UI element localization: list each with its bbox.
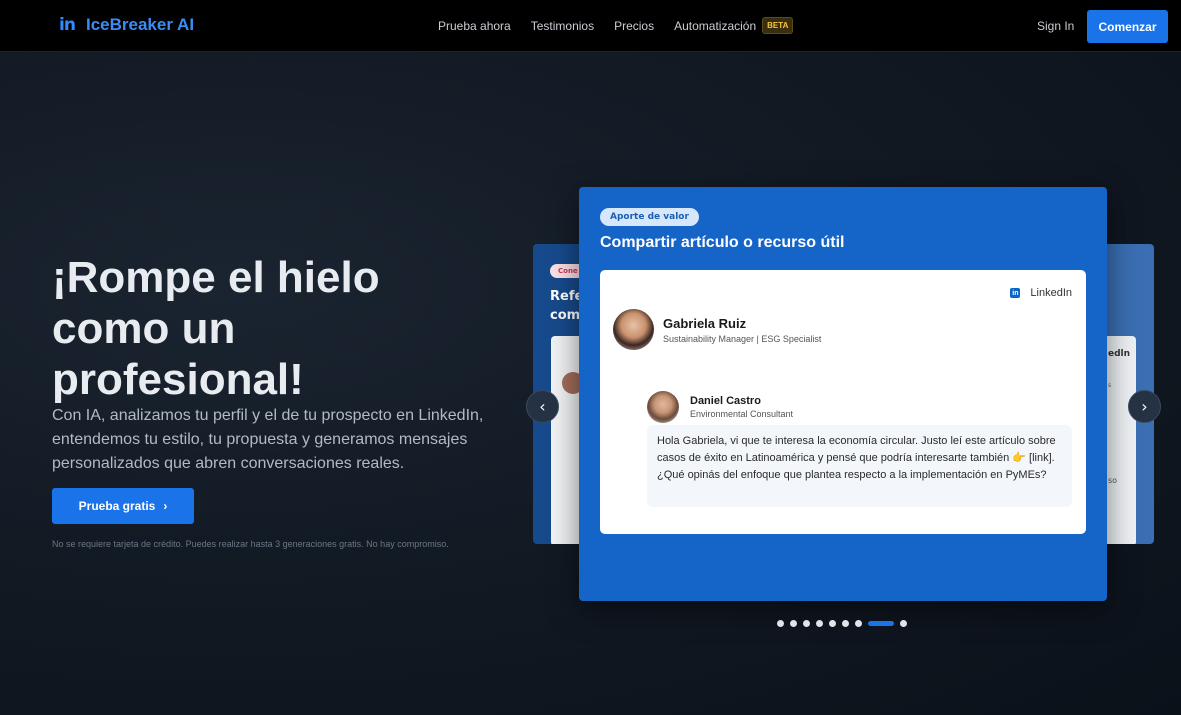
navbar: in IceBreaker AI Prueba ahora Testimonio… xyxy=(0,0,1181,52)
chevron-right-icon: › xyxy=(163,499,168,513)
nav-link-precios[interactable]: Precios xyxy=(614,19,654,33)
avatar xyxy=(613,309,654,350)
card-text: so xyxy=(1108,476,1118,485)
nav-link-testimonios[interactable]: Testimonios xyxy=(531,19,594,33)
card-tag: Aporte de valor xyxy=(600,208,699,226)
nav-link-prueba[interactable]: Prueba ahora xyxy=(438,19,511,33)
message-bubble: Hola Gabriela, vi que te interesa la eco… xyxy=(647,425,1072,507)
nav-link-automatizacion-label: Automatización xyxy=(674,18,757,33)
comenzar-button[interactable]: Comenzar xyxy=(1087,10,1168,43)
hero-title-line3: profesional! xyxy=(52,355,304,404)
prueba-gratis-button[interactable]: Prueba gratis › xyxy=(52,488,194,524)
reply-name: Daniel Castro xyxy=(690,395,761,407)
platform-label: in LinkedIn xyxy=(1010,287,1072,299)
carousel-card-active: Aporte de valor Compartir artículo o rec… xyxy=(579,187,1107,601)
carousel-dot[interactable] xyxy=(842,620,849,627)
carousel-next-button[interactable]: › xyxy=(1128,390,1161,423)
hero-title-line2: como un xyxy=(52,304,236,353)
card-message-box: edln s so xyxy=(1102,336,1136,544)
message-preview: in LinkedIn Gabriela Ruiz Sustainability… xyxy=(600,270,1086,534)
linkedin-icon: in xyxy=(1010,288,1021,298)
carousel-dot[interactable] xyxy=(829,620,836,627)
signin-link[interactable]: Sign In xyxy=(1037,19,1074,33)
hero-title-line1: ¡Rompe el hielo xyxy=(52,253,380,302)
carousel-prev-button[interactable]: ‹ xyxy=(526,390,559,423)
nav-link-automatizacion[interactable]: Automatización BETA xyxy=(674,17,794,34)
carousel-dot[interactable] xyxy=(790,620,797,627)
prueba-gratis-label: Prueba gratis xyxy=(78,499,156,513)
carousel-dot[interactable] xyxy=(777,620,784,627)
logo-icon: in xyxy=(59,15,76,35)
avatar xyxy=(647,391,679,423)
chevron-right-icon: › xyxy=(1141,397,1148,416)
logo-text: IceBreaker AI xyxy=(86,15,195,34)
carousel-dot[interactable] xyxy=(855,620,862,627)
reply-role: Environmental Consultant xyxy=(690,409,794,419)
sender-role: Sustainability Manager | ESG Specialist xyxy=(663,333,822,344)
disclaimer: No se requiere tarjeta de crédito. Puede… xyxy=(52,539,449,549)
logo[interactable]: in IceBreaker AI xyxy=(59,15,194,35)
sender-name: Gabriela Ruiz xyxy=(663,315,747,331)
card-title: Compartir artículo o recurso útil xyxy=(600,234,845,251)
beta-badge: BETA xyxy=(762,17,794,34)
sender-profile: Gabriela Ruiz Sustainability Manager | E… xyxy=(613,309,821,350)
platform-name: LinkedIn xyxy=(1030,287,1072,299)
carousel-dot[interactable] xyxy=(803,620,810,627)
nav-links: Prueba ahora Testimonios Precios Automat… xyxy=(438,17,813,34)
carousel-dot[interactable] xyxy=(900,620,907,627)
carousel-dots xyxy=(777,620,907,627)
card-text: edln xyxy=(1108,349,1131,359)
chevron-left-icon: ‹ xyxy=(539,397,546,416)
reply-profile: Daniel Castro Environmental Consultant xyxy=(647,391,793,423)
carousel-dot[interactable] xyxy=(816,620,823,627)
card-text: s xyxy=(1108,382,1112,389)
hero-subtitle: Con IA, analizamos tu perfil y el de tu … xyxy=(52,407,484,472)
hero-title: ¡Rompe el hielo como un profesional! xyxy=(52,252,472,405)
carousel-dot[interactable] xyxy=(868,621,894,626)
